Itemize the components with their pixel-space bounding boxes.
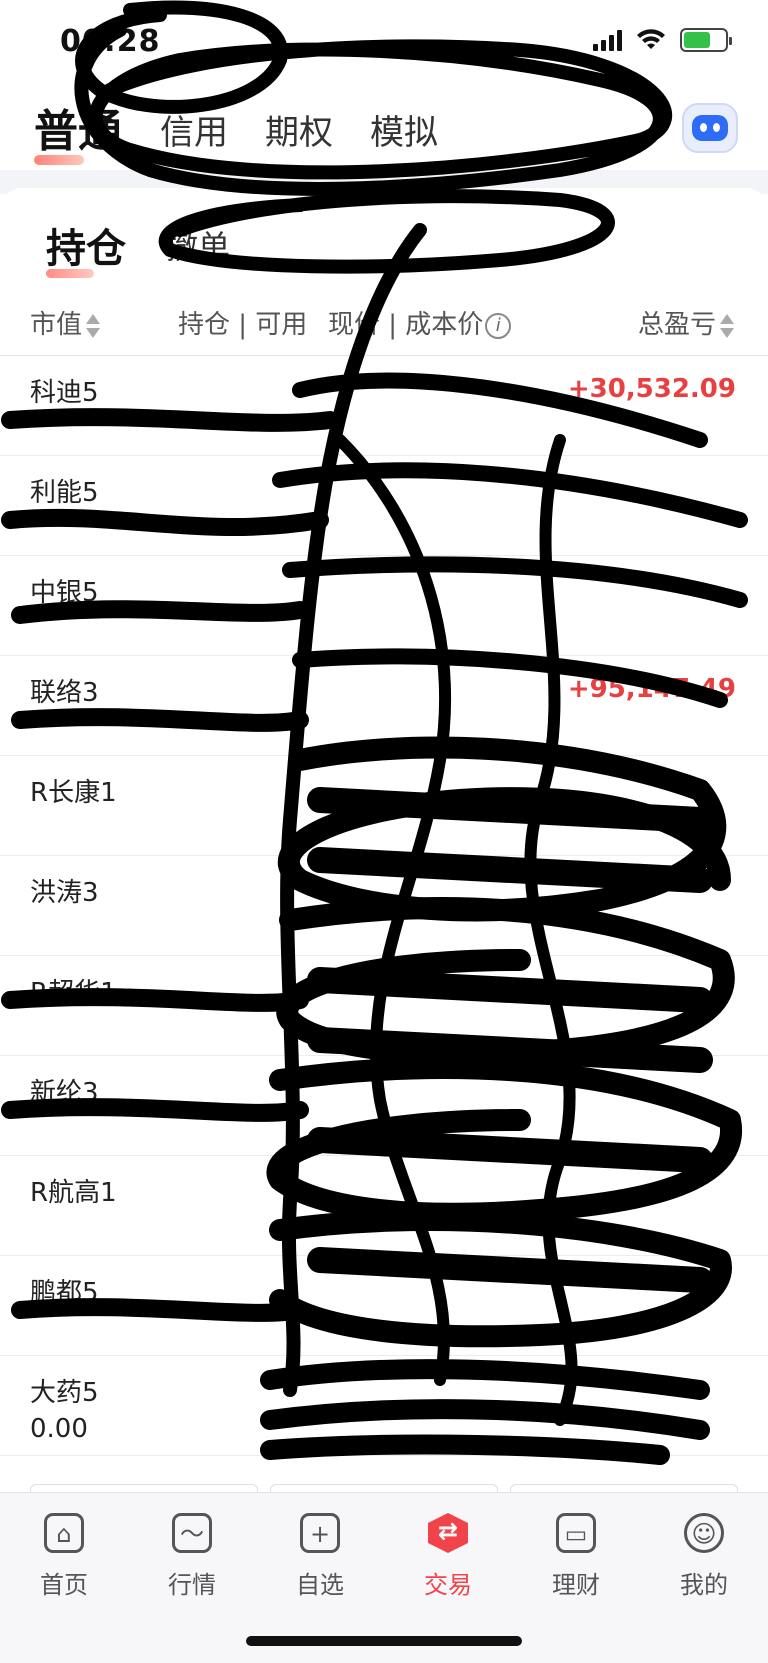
tab-simulated-account[interactable]: 模拟 [370,105,438,154]
cellular-signal-icon [593,29,622,51]
nav-label: 自选 [296,1571,344,1599]
stock-name: 中银5 [30,578,99,608]
stock-name: 科迪5 [30,378,99,408]
column-market-value[interactable]: 市值 [30,304,101,341]
nav-label: 交易 [424,1571,472,1599]
nav-home[interactable]: ⌂ 首页 [0,1505,128,1600]
tab-cancel-orders[interactable]: 撤单 [166,222,230,268]
table-row[interactable]: R航高1 [0,1156,768,1256]
stock-name: 新纶3 [30,1078,99,1108]
profile-icon: ☺ [684,1513,724,1553]
stock-name: 大药5 [30,1378,99,1408]
tab-options-account[interactable]: 期权 [265,105,333,154]
column-total-pnl[interactable]: 总盈亏 [638,304,734,341]
stock-name: 鹏都5 [30,1278,99,1308]
home-indicator [246,1636,522,1646]
add-watchlist-icon: + [300,1513,340,1553]
column-holding-available: 持仓 | 可用 [178,310,308,340]
status-bar: 00:28 [0,0,768,90]
home-icon: ⌂ [44,1513,84,1553]
table-row[interactable]: R长康1 [0,756,768,856]
holdings-column-header: 市值 持仓 | 可用 现价 | 成本价 i 总盈亏 [0,296,768,356]
table-row[interactable]: 鹏都5 [0,1256,768,1356]
wifi-icon [637,29,665,49]
nav-profile[interactable]: ☺ 我的 [640,1505,768,1600]
table-row[interactable]: 新纶3 [0,1056,768,1156]
tab-margin-account[interactable]: 信用 [160,105,228,154]
nav-label: 我的 [680,1571,728,1599]
holdings-list: 科迪5 +30,532.09 利能5 中银5 联络3 +95,147.49 R长… [0,356,768,1456]
nav-trade[interactable]: ⇄ 交易 [384,1505,512,1600]
tab-holdings[interactable]: 持仓 [46,216,126,278]
sort-icon [720,313,734,339]
stock-name: R航高1 [30,1178,117,1208]
table-row[interactable]: R超华1 [0,956,768,1056]
robot-assistant-icon[interactable] [682,103,738,153]
stock-name: 联络3 [30,678,99,708]
table-row[interactable]: 联络3 +95,147.49 [0,656,768,756]
info-icon[interactable]: i [485,312,512,339]
stock-name: 洪涛3 [30,878,99,908]
trade-icon: ⇄ [428,1513,468,1553]
table-row[interactable]: 中银5 [0,556,768,656]
nav-label: 行情 [168,1571,216,1599]
stock-name: R超华1 [30,978,117,1008]
tab-normal-account[interactable]: 普通 [34,95,122,165]
market-value: 0.00 [30,1414,88,1444]
nav-label: 首页 [40,1571,88,1599]
table-row[interactable]: 大药5 0.00 [0,1356,768,1456]
table-row[interactable]: 利能5 [0,456,768,556]
total-pnl: +95,147.49 [567,674,736,704]
wallet-icon: ▭ [556,1513,596,1553]
account-type-tabs: 普通 信用 期权 模拟 [0,95,768,170]
status-time: 00:28 [60,24,161,59]
nav-market[interactable]: 〜 行情 [128,1505,256,1600]
column-price-cost: 现价 | 成本价 i [328,304,512,341]
battery-icon [680,28,732,52]
table-row[interactable]: 洪涛3 [0,856,768,956]
nav-label: 理财 [552,1571,600,1599]
total-pnl: +30,532.09 [567,374,736,404]
status-icons [593,28,732,52]
nav-watchlist[interactable]: + 自选 [256,1505,384,1600]
stock-name: 利能5 [30,478,99,508]
market-chart-icon: 〜 [172,1513,212,1553]
nav-finance[interactable]: ▭ 理财 [512,1505,640,1600]
sort-icon [86,313,101,339]
stock-name: R长康1 [30,778,117,808]
table-row[interactable]: 科迪5 +30,532.09 [0,356,768,456]
